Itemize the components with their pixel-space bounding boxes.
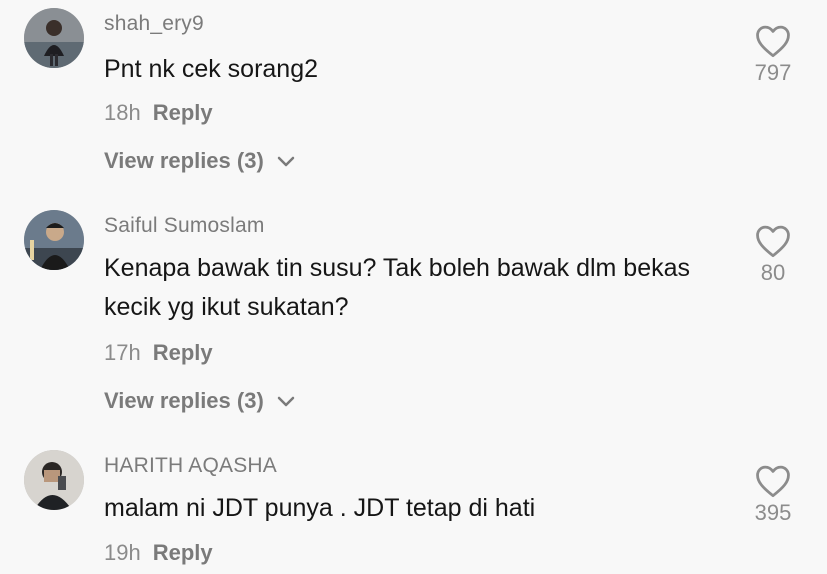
- like-button[interactable]: 395: [743, 464, 803, 526]
- comment-time: 19h: [104, 540, 141, 565]
- avatar[interactable]: [24, 8, 84, 68]
- view-replies-button[interactable]: View replies (3): [104, 388, 296, 415]
- reply-button[interactable]: Reply: [153, 540, 213, 565]
- view-replies-button[interactable]: View replies (3): [104, 148, 296, 175]
- like-count: 80: [760, 260, 786, 285]
- avatar[interactable]: [24, 450, 84, 510]
- user-avatar-icon: [24, 8, 84, 68]
- chevron-down-icon: [276, 389, 296, 415]
- comment-text: Pnt nk cek sorang2: [104, 55, 319, 83]
- comment-username[interactable]: HARITH AQASHA: [104, 454, 277, 478]
- like-button[interactable]: 80: [743, 224, 803, 286]
- avatar[interactable]: [24, 210, 84, 270]
- reply-button[interactable]: Reply: [153, 100, 213, 125]
- comment-time: 17h: [104, 340, 141, 365]
- like-button[interactable]: 797: [743, 24, 803, 86]
- heart-outline-icon: [756, 225, 790, 258]
- like-count: 797: [754, 60, 792, 85]
- comment-meta: 18h Reply: [104, 100, 213, 126]
- like-count: 395: [754, 500, 792, 525]
- comment-username[interactable]: Saiful Sumoslam: [104, 214, 265, 238]
- comment-text: Kenapa bawak tin susu? Tak boleh bawak d…: [104, 254, 691, 321]
- user-avatar-icon: [24, 210, 84, 270]
- view-replies-label: View replies (3): [104, 388, 264, 413]
- reply-button[interactable]: Reply: [153, 340, 213, 365]
- heart-outline-icon: [756, 465, 790, 498]
- heart-outline-icon: [756, 25, 790, 58]
- comment-meta: 17h Reply: [104, 340, 213, 366]
- comment-text: malam ni JDT punya . JDT tetap di hati: [104, 494, 536, 522]
- view-replies-label: View replies (3): [104, 148, 264, 173]
- comment-meta: 19h Reply: [104, 540, 213, 566]
- chevron-down-icon: [276, 149, 296, 175]
- comment-time: 18h: [104, 100, 141, 125]
- comment-username[interactable]: shah_ery9: [104, 12, 204, 36]
- user-avatar-icon: [24, 450, 84, 510]
